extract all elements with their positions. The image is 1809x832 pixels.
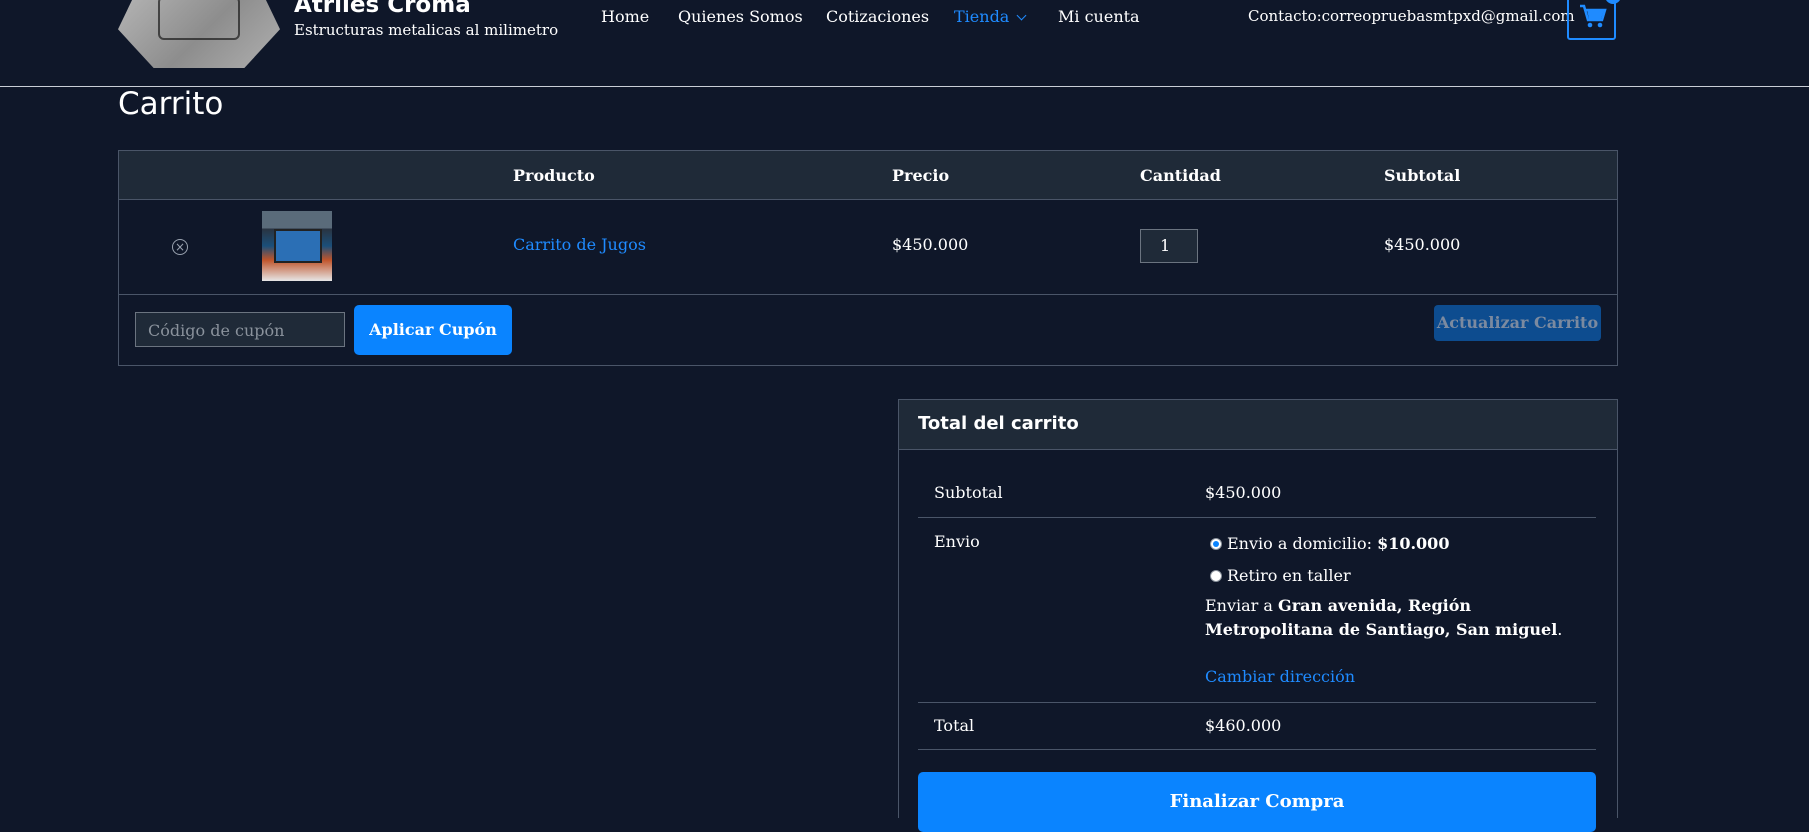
page-title: Carrito	[118, 86, 224, 122]
coupon-placeholder: Código de cupón	[148, 321, 285, 340]
shipping-option-domicilio[interactable]: Envio a domicilio: $10.000	[1227, 534, 1449, 553]
cart-totals-header: Total del carrito	[899, 400, 1617, 450]
nav-home[interactable]: Home	[601, 7, 649, 26]
column-header-cantidad: Cantidad	[1140, 166, 1221, 185]
product-price: $450.000	[892, 235, 969, 254]
cart-table: Producto Precio Cantidad Subtotal × Carr…	[118, 150, 1618, 366]
divider	[918, 702, 1596, 703]
chevron-down-icon	[1016, 10, 1027, 21]
site-header: Atriles Croma Estructuras metalicas al m…	[0, 0, 1809, 87]
nav-cotizaciones[interactable]: Cotizaciones	[826, 7, 929, 26]
column-header-producto: Producto	[513, 166, 595, 185]
checkout-button[interactable]: Finalizar Compra	[918, 772, 1596, 832]
contact-email[interactable]: Contacto:correopruebasmtpxd@gmail.com	[1248, 7, 1575, 25]
remove-item-icon[interactable]: ×	[172, 239, 188, 255]
product-thumbnail[interactable]	[262, 211, 332, 281]
cart-totals: Total del carrito Subtotal $450.000 Envi…	[898, 399, 1618, 832]
ship-to-prefix: Enviar a	[1205, 596, 1279, 615]
shipping-option-domicilio-label: Envio a domicilio:	[1227, 534, 1378, 553]
site-title[interactable]: Atriles Croma	[294, 0, 471, 18]
cart-item-row: × Carrito de Jugos $450.000 1 $450.000	[119, 200, 1617, 295]
subtotal-label: Subtotal	[934, 483, 1003, 502]
shipping-option-taller-radio[interactable]	[1210, 570, 1222, 582]
nav-tienda-label: Tienda	[954, 7, 1010, 26]
site-tagline: Estructuras metalicas al milimetro	[294, 21, 559, 39]
column-header-subtotal: Subtotal	[1384, 166, 1461, 185]
apply-coupon-button[interactable]: Aplicar Cupón	[354, 305, 512, 355]
update-cart-button[interactable]: Actualizar Carrito	[1434, 305, 1601, 341]
nav-mi-cuenta[interactable]: Mi cuenta	[1058, 7, 1140, 26]
shipping-option-domicilio-radio[interactable]	[1210, 538, 1222, 550]
cart-icon	[1580, 4, 1607, 28]
nav-quienes-somos[interactable]: Quienes Somos	[678, 7, 803, 26]
logo-mark	[158, 0, 240, 40]
cart-table-header: Producto Precio Cantidad Subtotal	[119, 151, 1617, 200]
coupon-code-input[interactable]: Código de cupón	[135, 312, 345, 347]
ship-to-suffix: .	[1557, 620, 1563, 639]
thumbnail-cart	[274, 229, 322, 263]
shipping-option-domicilio-price: $10.000	[1377, 534, 1450, 553]
total-label: Total	[934, 716, 975, 735]
change-address-link[interactable]: Cambiar dirección	[1205, 667, 1355, 686]
quantity-input[interactable]: 1	[1140, 229, 1198, 263]
cart-actions: Código de cupón Aplicar Cupón Actualizar…	[119, 295, 1617, 365]
column-header-precio: Precio	[892, 166, 950, 185]
nav-tienda[interactable]: Tienda	[954, 7, 1027, 26]
header-cart-button[interactable]: 0	[1567, 0, 1621, 40]
subtotal-value: $450.000	[1205, 483, 1282, 502]
shipping-destination: Enviar a Gran avenida, Región Metropolit…	[1205, 594, 1585, 642]
product-name-link[interactable]: Carrito de Jugos	[513, 235, 646, 254]
cart-totals-title: Total del carrito	[918, 413, 1079, 434]
shipping-label: Envio	[934, 532, 980, 551]
cart-count-badge: 0	[1605, 0, 1621, 4]
total-value: $460.000	[1205, 716, 1282, 735]
product-subtotal: $450.000	[1384, 235, 1461, 254]
site-logo[interactable]	[118, 0, 280, 68]
divider	[918, 517, 1596, 518]
divider	[918, 749, 1596, 750]
shipping-option-taller[interactable]: Retiro en taller	[1227, 566, 1351, 585]
